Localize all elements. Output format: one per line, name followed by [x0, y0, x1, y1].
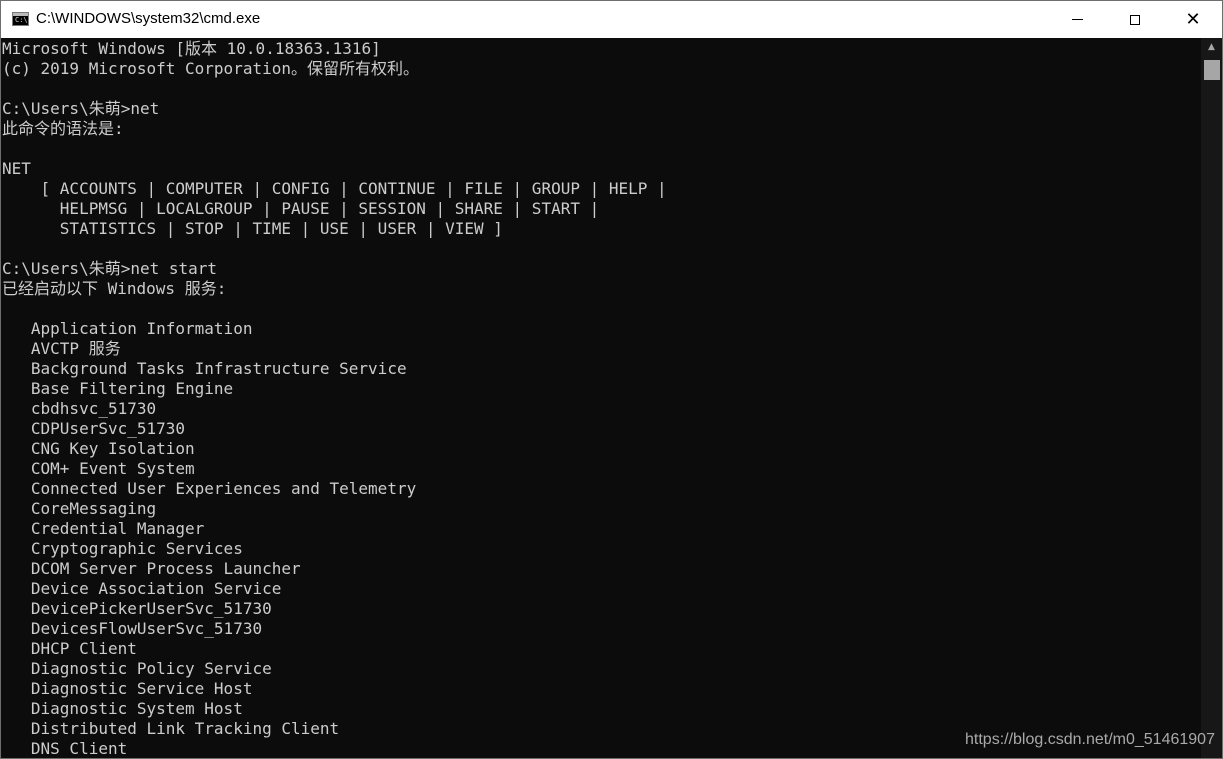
console-line: HELPMSG | LOCALGROUP | PAUSE | SESSION |… — [2, 199, 600, 218]
close-icon: ✕ — [1185, 8, 1201, 30]
title-bar[interactable]: C:\ C:\WINDOWS\system32\cmd.exe ✕ — [1, 1, 1222, 38]
console-line: 此命令的语法是: — [2, 119, 124, 138]
cmd-window: C:\ C:\WINDOWS\system32\cmd.exe ✕ Micros… — [0, 0, 1223, 759]
console-line: CDPUserSvc_51730 — [2, 419, 186, 438]
console-line: Diagnostic Policy Service — [2, 659, 272, 678]
console-line: Diagnostic System Host — [2, 699, 243, 718]
console-line: STATISTICS | STOP | TIME | USE | USER | … — [2, 219, 503, 238]
console-line: Device Association Service — [2, 579, 282, 598]
maximize-button[interactable] — [1106, 1, 1164, 38]
console-line: Cryptographic Services — [2, 539, 243, 558]
console-line: Microsoft Windows [版本 10.0.18363.1316] — [2, 39, 381, 58]
console-line: (c) 2019 Microsoft Corporation。保留所有权利。 — [2, 59, 419, 78]
scroll-thumb[interactable] — [1204, 60, 1220, 80]
icon-prompt: C:\ — [15, 16, 28, 24]
console-line: Background Tasks Infrastructure Service — [2, 359, 407, 378]
console-line: Base Filtering Engine — [2, 379, 234, 398]
watermark: https://blog.csdn.net/m0_51461907 — [965, 731, 1215, 748]
console-line: COM+ Event System — [2, 459, 195, 478]
console-line: DCOM Server Process Launcher — [2, 559, 301, 578]
maximize-icon — [1130, 14, 1140, 25]
console-output[interactable]: Microsoft Windows [版本 10.0.18363.1316] (c… — [2, 39, 1201, 758]
scroll-up-arrow-icon[interactable]: ▲ — [1201, 38, 1222, 56]
console-line: NET — [2, 159, 31, 178]
window-title: C:\WINDOWS\system32\cmd.exe — [36, 10, 261, 27]
minimize-icon — [1071, 19, 1083, 20]
console-line: Application Information — [2, 319, 253, 338]
vertical-scrollbar[interactable]: ▲ — [1201, 38, 1222, 758]
console-line: DevicePickerUserSvc_51730 — [2, 599, 272, 618]
minimize-button[interactable] — [1048, 1, 1106, 38]
console-line: Connected User Experiences and Telemetry — [2, 479, 417, 498]
console-line: cbdhsvc_51730 — [2, 399, 157, 418]
console-line: CoreMessaging — [2, 499, 157, 518]
console-line: DevicesFlowUserSvc_51730 — [2, 619, 263, 638]
console-line: C:\Users\朱萌>net start — [2, 259, 218, 278]
console-line: DHCP Client — [2, 639, 137, 658]
close-button[interactable]: ✕ — [1164, 1, 1222, 38]
console-line: C:\Users\朱萌>net — [2, 99, 160, 118]
console-line: Diagnostic Service Host — [2, 679, 253, 698]
console-line: CNG Key Isolation — [2, 439, 195, 458]
console-line: AVCTP 服务 — [2, 339, 121, 358]
cmd-icon[interactable]: C:\ — [12, 12, 29, 26]
console-line: Credential Manager — [2, 519, 205, 538]
console-line: 已经启动以下 Windows 服务: — [2, 279, 227, 298]
console-line: [ ACCOUNTS | COMPUTER | CONFIG | CONTINU… — [2, 179, 667, 198]
